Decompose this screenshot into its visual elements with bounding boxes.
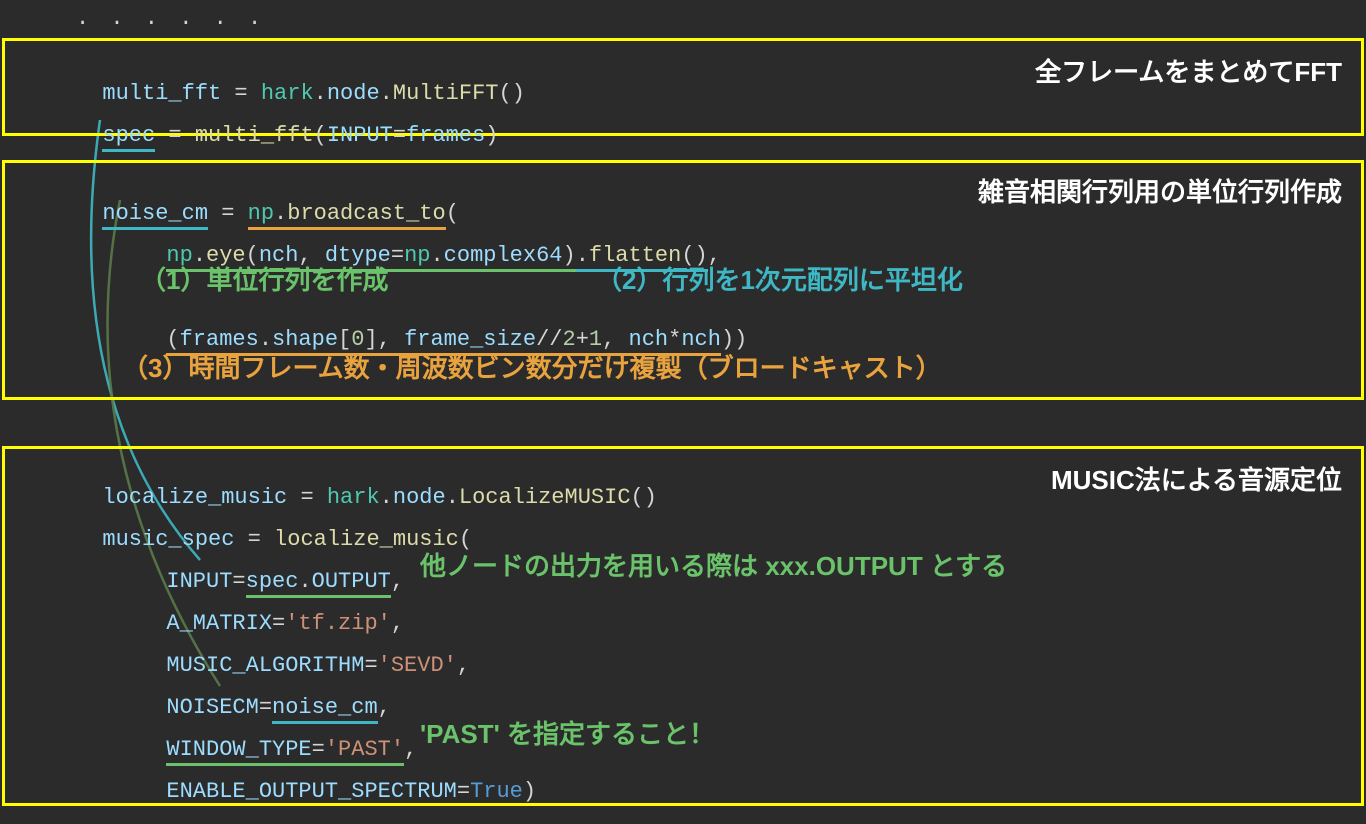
ellipsis-dots: . . . . . . bbox=[76, 6, 265, 31]
ann-step3: （3）時間フレーム数・周波数ビン数分だけ複製（ブロードキャスト） bbox=[122, 348, 942, 385]
box2-title: 雑音相関行列用の単位行列作成 bbox=[978, 172, 1342, 209]
box1-title: 全フレームをまとめてFFT bbox=[1035, 52, 1342, 89]
ann-step1: （1）単位行列を作成 bbox=[140, 260, 388, 297]
ann-output-usage: 他ノードの出力を用いる際は xxx.OUTPUT とする bbox=[420, 546, 1007, 583]
ann-past-note: 'PAST' を指定すること！ bbox=[420, 714, 715, 751]
var-spec: spec bbox=[102, 123, 155, 152]
ann-step2: （2）行列を1次元配列に平坦化 bbox=[596, 260, 963, 297]
code-broadcast-shape: (frames.shape[0], frame_size//2+1, nch*n… bbox=[140, 302, 747, 352]
box3-title: MUSIC法による音源定位 bbox=[1051, 460, 1342, 497]
code-kw-enable-output: ENABLE_OUTPUT_SPECTRUM=True) bbox=[140, 754, 536, 804]
code-spec-assign: spec = multi_fft(INPUT=frames) bbox=[76, 98, 499, 148]
